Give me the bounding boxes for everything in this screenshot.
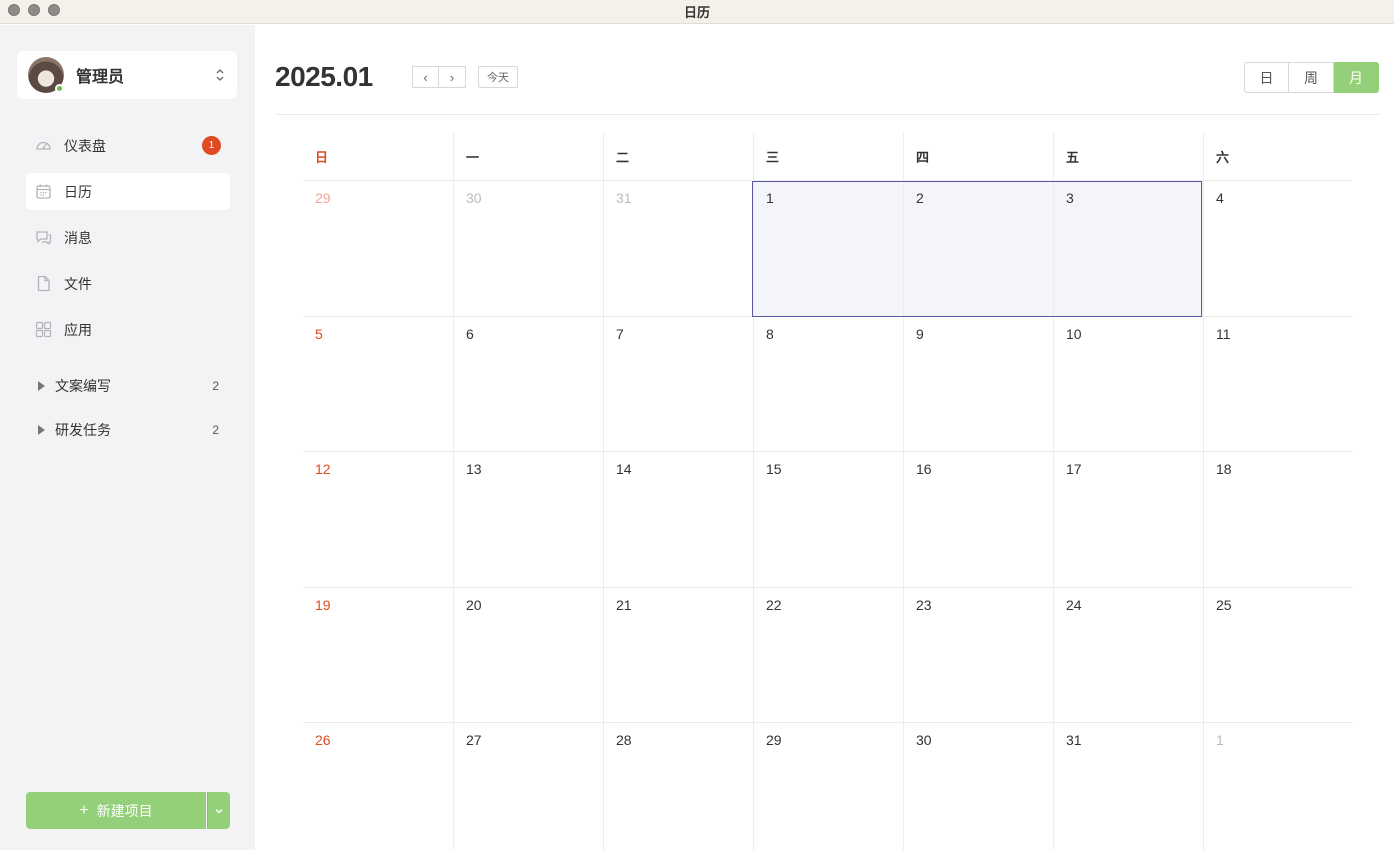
day-cell[interactable]: 29	[753, 723, 903, 850]
dashboard-icon	[35, 137, 52, 154]
window-controls	[8, 4, 60, 16]
day-cell[interactable]: 5	[303, 317, 453, 452]
day-cell[interactable]: 29	[303, 181, 453, 317]
day-cell[interactable]: 11	[1203, 316, 1353, 452]
day-cell[interactable]: 19	[303, 588, 453, 723]
window-title: 日历	[683, 5, 710, 20]
user-name: 管理员	[76, 69, 125, 86]
sidebar-item-apps[interactable]: 应用	[26, 311, 230, 348]
view-week-button[interactable]: 周	[1289, 62, 1334, 93]
new-project-button[interactable]: + 新建项目	[26, 792, 206, 829]
view-month-button[interactable]: 月	[1334, 62, 1379, 93]
day-cell[interactable]: 12	[303, 452, 453, 588]
day-cell[interactable]: 9	[903, 316, 1053, 452]
group-label: 研发任务	[55, 422, 111, 438]
day-cell[interactable]: 4	[1203, 181, 1353, 317]
calendar-days: 29 30 31 1 2 3 4 5 6 7 8 9 10 11 12 13 1…	[303, 181, 1353, 850]
notification-badge: 1	[202, 136, 221, 155]
sidebar-item-calendar[interactable]: 日历	[26, 173, 230, 210]
calendar-main: 2025.01 ‹ › 今天 日 周 月 日 一 二 三 四 五 六 29 30…	[255, 25, 1394, 850]
group-label: 文案编写	[55, 378, 111, 394]
day-cell[interactable]: 23	[903, 587, 1053, 723]
day-cell[interactable]: 30	[453, 181, 603, 317]
title-bar: 日历	[0, 0, 1394, 24]
day-cell[interactable]: 15	[753, 452, 903, 588]
weekday-label: 五	[1053, 133, 1203, 180]
group-rnd-tasks[interactable]: 研发任务 2	[26, 415, 230, 445]
group-count: 2	[212, 423, 219, 437]
sidebar-item-label: 应用	[64, 321, 92, 338]
weekday-label: 二	[603, 133, 753, 180]
today-button[interactable]: 今天	[478, 66, 518, 88]
view-day-button[interactable]: 日	[1244, 62, 1289, 93]
zoom-window-button[interactable]	[48, 4, 60, 16]
month-navigation: ‹ ›	[412, 66, 466, 88]
online-status-dot	[55, 84, 64, 93]
avatar	[28, 57, 64, 93]
chevron-up-down-icon	[215, 67, 225, 83]
minimize-window-button[interactable]	[28, 4, 40, 16]
close-window-button[interactable]	[8, 4, 20, 16]
expand-triangle-icon	[38, 425, 45, 435]
weekday-label: 六	[1203, 133, 1353, 180]
day-cell[interactable]: 1	[753, 181, 903, 317]
day-cell[interactable]: 18	[1203, 452, 1353, 588]
weekday-header: 日 一 二 三 四 五 六	[303, 133, 1351, 181]
weekday-label: 一	[453, 133, 603, 180]
day-cell[interactable]: 10	[1053, 316, 1203, 452]
group-copywriting[interactable]: 文案编写 2	[26, 371, 230, 401]
weekday-label: 三	[753, 133, 903, 180]
day-cell[interactable]: 17	[1053, 452, 1203, 588]
weekday-label: 日	[315, 150, 329, 165]
day-cell[interactable]: 25	[1203, 587, 1353, 723]
calendar-icon	[35, 183, 52, 200]
day-cell[interactable]: 14	[603, 452, 753, 588]
day-cell[interactable]: 8	[753, 316, 903, 452]
day-cell[interactable]: 6	[453, 316, 603, 452]
day-cell[interactable]: 16	[903, 452, 1053, 588]
day-cell[interactable]: 20	[453, 587, 603, 723]
sidebar-item-files[interactable]: 文件	[26, 265, 230, 302]
day-cell[interactable]: 3	[1053, 181, 1203, 317]
view-switcher: 日 周 月	[1244, 62, 1379, 93]
sidebar-item-messages[interactable]: 消息	[26, 219, 230, 256]
day-cell[interactable]: 28	[603, 723, 753, 850]
weekday-label: 四	[903, 133, 1053, 180]
day-cell[interactable]: 21	[603, 587, 753, 723]
chevron-down-icon	[214, 802, 224, 820]
sidebar-item-label: 日历	[64, 183, 92, 200]
sidebar-item-dashboard[interactable]: 仪表盘 1	[26, 127, 230, 164]
sidebar: 管理员 仪表盘 1 日历 消息 文件 应用 文案编写 2 研发任务 2 + 新建…	[0, 25, 255, 850]
new-project-label: 新建项目	[96, 802, 153, 819]
prev-month-button[interactable]: ‹	[412, 66, 439, 88]
day-cell[interactable]: 13	[453, 452, 603, 588]
day-cell[interactable]: 27	[453, 723, 603, 850]
sidebar-nav: 仪表盘 1 日历 消息 文件 应用	[26, 127, 230, 357]
day-cell[interactable]: 2	[903, 181, 1053, 317]
month-title: 2025.01	[275, 61, 373, 92]
month-grid: 日 一 二 三 四 五 六 29 30 31 1 2 3 4 5 6 7 8 9…	[303, 133, 1353, 850]
user-switcher[interactable]: 管理员	[17, 51, 237, 99]
day-cell[interactable]: 31	[1053, 723, 1203, 850]
day-cell[interactable]: 1	[1203, 723, 1353, 850]
expand-triangle-icon	[38, 381, 45, 391]
group-count: 2	[212, 379, 219, 393]
day-cell[interactable]: 31	[603, 181, 753, 317]
file-icon	[35, 275, 52, 292]
sidebar-item-label: 仪表盘	[64, 137, 106, 154]
day-cell[interactable]: 22	[753, 587, 903, 723]
day-cell[interactable]: 26	[303, 723, 453, 850]
plus-icon: +	[79, 801, 89, 819]
day-cell[interactable]: 7	[603, 316, 753, 452]
sidebar-item-label: 消息	[64, 229, 92, 246]
next-month-button[interactable]: ›	[439, 66, 466, 88]
sidebar-item-label: 文件	[64, 275, 92, 292]
day-cell[interactable]: 24	[1053, 587, 1203, 723]
header-divider	[275, 114, 1380, 115]
new-project-dropdown-button[interactable]	[207, 792, 230, 829]
message-icon	[35, 229, 52, 246]
apps-icon	[35, 321, 52, 338]
day-cell[interactable]: 30	[903, 723, 1053, 850]
